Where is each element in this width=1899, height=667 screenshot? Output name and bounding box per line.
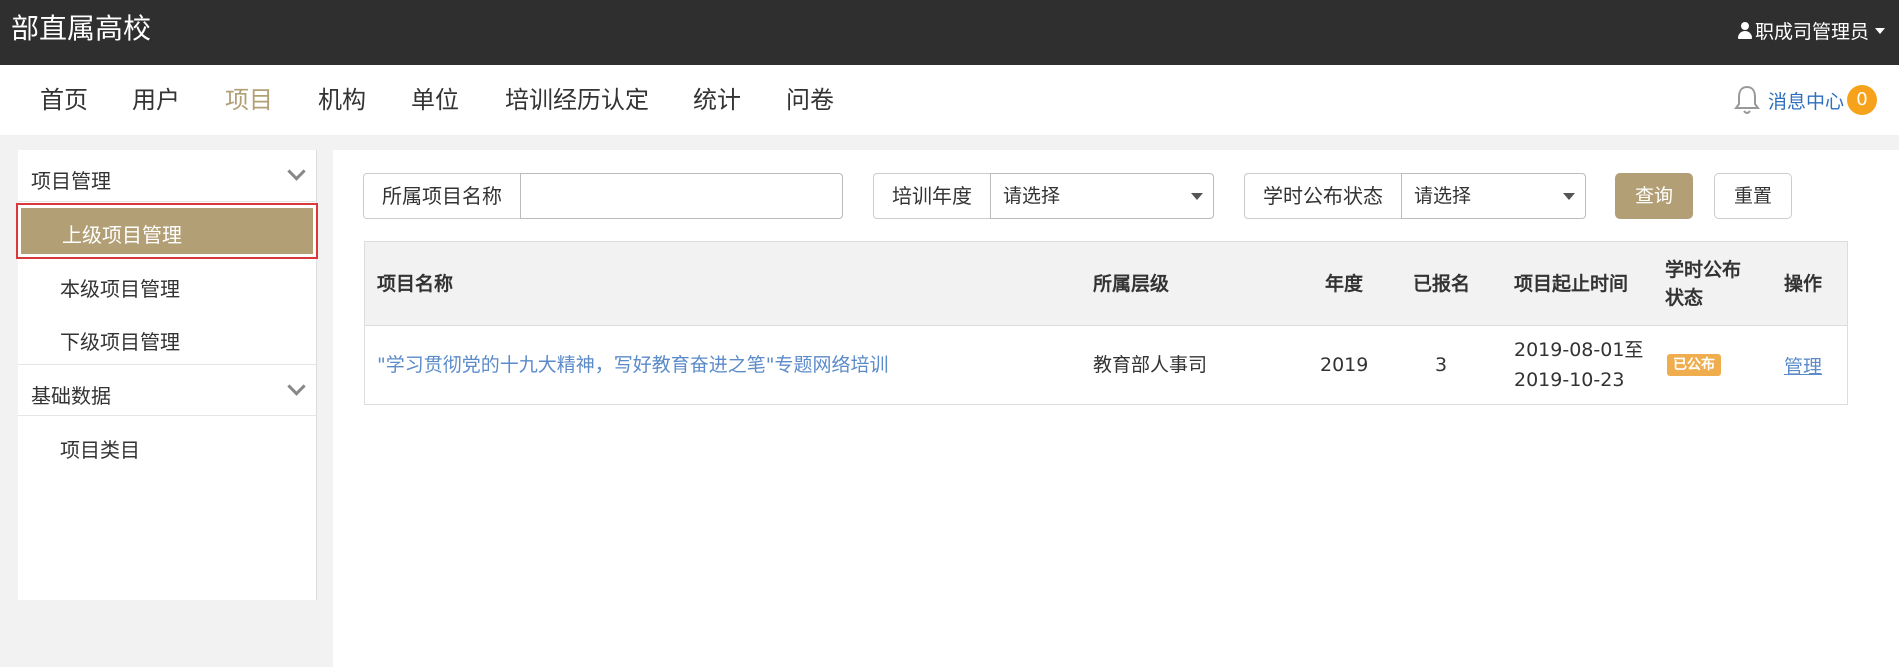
- top-bar: 部直属高校 职成司管理员: [0, 0, 1899, 65]
- sidebar-item-project-category[interactable]: 项目类目: [18, 420, 317, 473]
- filter-year-label: 培训年度: [873, 173, 990, 219]
- reset-button[interactable]: 重置: [1714, 173, 1792, 219]
- status-badge: 已公布: [1667, 354, 1721, 376]
- nav-training-recognition[interactable]: 培训经历认定: [505, 85, 649, 115]
- table-row: "学习贯彻党的十九大精神，写好教育奋进之笔"专题网络培训 教育部人事司 2019…: [365, 326, 1847, 404]
- col-level: 所属层级: [1093, 273, 1170, 295]
- status-select[interactable]: 请选择: [1401, 173, 1586, 219]
- status-select-value: 请选择: [1414, 185, 1472, 207]
- sidebar-group-project-management[interactable]: 项目管理: [18, 150, 317, 202]
- sidebar: 项目管理 上级项目管理 本级项目管理 下级项目管理 基础数据 项目类目: [16, 150, 318, 600]
- bell-icon: [1733, 85, 1760, 114]
- col-period: 项目起止时间: [1514, 273, 1629, 295]
- chevron-down-icon: [287, 377, 306, 396]
- project-year: 2019: [1320, 354, 1369, 376]
- col-project-name: 项目名称: [377, 273, 454, 295]
- sidebar-item-label: 项目类目: [60, 438, 140, 462]
- nav-home[interactable]: 首页: [40, 85, 88, 115]
- sidebar-item-same-level-projects[interactable]: 本级项目管理: [18, 259, 317, 312]
- user-icon: [1737, 22, 1752, 39]
- manage-link[interactable]: 管理: [1784, 353, 1822, 381]
- project-start-date: 2019-08-01至: [1514, 339, 1644, 361]
- select-caret-icon: [1191, 193, 1203, 200]
- message-center-label: 消息中心: [1767, 90, 1844, 113]
- filter-project-name-label: 所属项目名称: [363, 173, 520, 219]
- user-name: 职成司管理员: [1754, 21, 1869, 43]
- brand-title: 部直属高校: [11, 12, 152, 45]
- nav-units[interactable]: 单位: [411, 85, 459, 115]
- main-panel: 所属项目名称 培训年度 请选择 学时公布状态 请选择 查询 重置 项目名称 所属…: [333, 150, 1899, 667]
- col-enrolled: 已报名: [1413, 273, 1471, 295]
- nav-users[interactable]: 用户: [132, 85, 180, 115]
- user-menu[interactable]: 职成司管理员: [1737, 17, 1885, 44]
- nav-statistics[interactable]: 统计: [693, 85, 741, 115]
- caret-down-icon: [1875, 27, 1885, 34]
- project-name-input[interactable]: [520, 173, 843, 219]
- col-action: 操作: [1784, 273, 1823, 295]
- project-level: 教育部人事司: [1093, 354, 1208, 376]
- filter-project-name: 所属项目名称: [363, 173, 843, 219]
- col-hours-publish: 学时公布: [1665, 259, 1742, 281]
- sidebar-item-superior-projects[interactable]: 上级项目管理: [16, 203, 318, 259]
- col-status: 状态: [1665, 287, 1704, 309]
- query-button[interactable]: 查询: [1615, 173, 1693, 219]
- sidebar-group-label: 基础数据: [31, 384, 111, 408]
- select-caret-icon: [1563, 193, 1575, 200]
- table-header: 项目名称 所属层级 年度 已报名 项目起止时间 学时公布 状态 操作: [365, 242, 1847, 326]
- sidebar-group-basic-data[interactable]: 基础数据: [18, 364, 317, 416]
- project-end-date: 2019-10-23: [1514, 369, 1625, 391]
- col-year: 年度: [1325, 273, 1364, 295]
- chevron-down-icon: [287, 162, 306, 181]
- message-center[interactable]: 消息中心 0: [1732, 84, 1877, 116]
- filter-training-year: 培训年度 请选择: [873, 173, 1214, 219]
- filter-status: 学时公布状态 请选择: [1244, 173, 1586, 219]
- project-enrolled: 3: [1435, 354, 1448, 376]
- message-count-badge: 0: [1847, 85, 1877, 115]
- main-nav: 首页 用户 项目 机构 单位 培训经历认定 统计 问卷 消息中心 0: [0, 65, 1899, 135]
- sidebar-item-label: 本级项目管理: [60, 277, 180, 301]
- year-select[interactable]: 请选择: [990, 173, 1214, 219]
- nav-projects[interactable]: 项目: [225, 85, 273, 115]
- sidebar-item-subordinate-projects[interactable]: 下级项目管理: [18, 312, 317, 365]
- year-select-value: 请选择: [1003, 185, 1061, 207]
- nav-institutions[interactable]: 机构: [318, 85, 366, 115]
- sidebar-item-label: 下级项目管理: [60, 330, 180, 354]
- project-name-link[interactable]: "学习贯彻党的十九大精神，写好教育奋进之笔"专题网络培训: [377, 351, 888, 379]
- nav-questionnaire[interactable]: 问卷: [786, 85, 834, 115]
- projects-table: 项目名称 所属层级 年度 已报名 项目起止时间 学时公布 状态 操作 "学习贯彻…: [364, 241, 1848, 405]
- sidebar-item-label: 上级项目管理: [62, 223, 182, 247]
- filter-status-label: 学时公布状态: [1244, 173, 1401, 219]
- sidebar-group-label: 项目管理: [31, 169, 111, 193]
